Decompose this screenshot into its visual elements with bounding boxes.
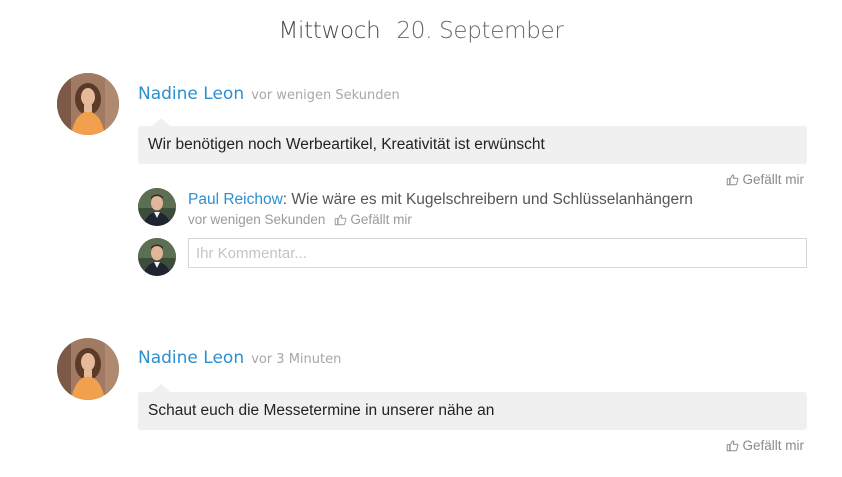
author-avatar[interactable] — [57, 73, 119, 135]
current-user-avatar — [138, 238, 176, 276]
like-label: Gefällt mir — [742, 438, 804, 453]
comment-body: Paul Reichow: Wie wäre es mit Kugelschre… — [188, 191, 693, 209]
date-weekday: Mittwoch — [278, 18, 381, 44]
comment-like-button[interactable]: Gefällt mir — [334, 212, 412, 227]
post-time: vor 3 Minuten — [251, 352, 342, 367]
comment-text: Wie wäre es mit Kugelschreibern und Schl… — [291, 191, 693, 208]
comment-meta: vor wenigen Sekunden Gefällt mir — [188, 212, 412, 227]
comment-like-label: Gefällt mir — [350, 212, 412, 227]
thumbs-up-icon — [335, 214, 347, 226]
post-time: vor wenigen Sekunden — [251, 88, 400, 103]
comment-author-link[interactable]: Paul Reichow — [188, 191, 283, 208]
post-header: Nadine Leon vor 3 Minuten — [138, 348, 341, 368]
author-avatar[interactable] — [57, 338, 119, 400]
comment-input[interactable] — [188, 238, 807, 268]
date-day: 20. September — [396, 18, 564, 44]
author-name-link[interactable]: Nadine Leon — [138, 348, 244, 368]
thumbs-up-icon — [727, 174, 739, 186]
like-button[interactable]: Gefällt mir — [726, 438, 804, 453]
author-name-link[interactable]: Nadine Leon — [138, 84, 244, 104]
date-header: Mittwoch 20. September — [0, 18, 842, 44]
post-header: Nadine Leon vor wenigen Sekunden — [138, 84, 400, 104]
like-button[interactable]: Gefällt mir — [726, 172, 804, 187]
like-label: Gefällt mir — [742, 172, 804, 187]
commenter-avatar[interactable] — [138, 188, 176, 226]
post-message: Wir benötigen noch Werbeartikel, Kreativ… — [138, 118, 807, 164]
thumbs-up-icon — [727, 440, 739, 452]
comment-time: vor wenigen Sekunden — [188, 212, 326, 227]
post-message: Schaut euch die Messetermine in unserer … — [138, 384, 807, 430]
